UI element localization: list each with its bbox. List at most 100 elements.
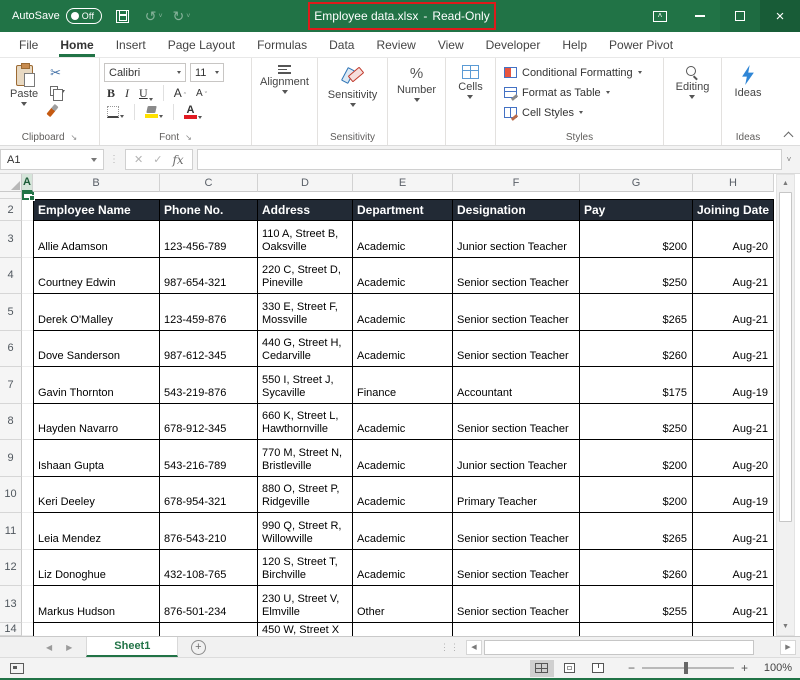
cell-employee-name[interactable]: Markus Hudson	[33, 586, 160, 623]
font-name-combo[interactable]: Calibri	[104, 63, 186, 82]
ribbon-tab[interactable]: Help	[551, 32, 598, 57]
grow-font-button[interactable]: Aˆ	[171, 86, 189, 100]
cell-designation[interactable]: Senior section Teacher	[453, 331, 580, 368]
column-header[interactable]: A	[22, 174, 33, 192]
cell-phone[interactable]: 876-543-210	[160, 513, 258, 550]
number-button[interactable]: % Number	[391, 62, 442, 105]
cell-joining-date[interactable]: Aug-19	[693, 367, 774, 404]
cell-employee-name[interactable]: Gavin Thornton	[33, 367, 160, 404]
cell-pay[interactable]: $260	[580, 331, 693, 368]
vertical-scrollbar[interactable]: ▲ ▼	[776, 174, 795, 636]
cell-address[interactable]: 120 S, Street T, Birchville	[258, 550, 353, 587]
cell-employee-name[interactable]: Allie Adamson	[33, 221, 160, 258]
cell-phone[interactable]: 123-459-876	[160, 294, 258, 331]
cell-phone[interactable]: 987-654-321	[160, 258, 258, 295]
record-macro-icon[interactable]	[10, 663, 24, 674]
italic-button[interactable]: I	[122, 86, 132, 101]
cell-joining-date[interactable]: Aug-21	[693, 258, 774, 295]
cell-address[interactable]: 330 E, Street F, Mossville	[258, 294, 353, 331]
zoom-out-button[interactable]: −	[628, 661, 635, 675]
cell-designation[interactable]: Accountant	[453, 367, 580, 404]
cell-address[interactable]: 110 A, Street B, Oaksville	[258, 221, 353, 258]
ribbon-tab[interactable]: Home	[49, 32, 104, 57]
row-header-1[interactable]	[0, 192, 22, 199]
cell-joining-date[interactable]: Aug-21	[693, 331, 774, 368]
cell-pay[interactable]: $200	[580, 221, 693, 258]
ribbon-tab[interactable]: Data	[318, 32, 365, 57]
row-header[interactable]: 8	[0, 404, 22, 441]
cell-joining-date[interactable]: Aug-21	[693, 404, 774, 441]
table-header-cell[interactable]: Address	[258, 199, 353, 221]
cell-col-a[interactable]	[22, 550, 33, 587]
row-header[interactable]: 7	[0, 367, 22, 404]
cell-department[interactable]	[353, 623, 453, 636]
cell-department[interactable]: Academic	[353, 294, 453, 331]
ribbon-tab[interactable]: Formulas	[246, 32, 318, 57]
insert-function-button[interactable]: fx	[172, 153, 183, 167]
cell-pay[interactable]: $250	[580, 404, 693, 441]
cell-pay[interactable]: $265	[580, 513, 693, 550]
cell-department[interactable]: Academic	[353, 404, 453, 441]
cell-phone[interactable]: 678-954-321	[160, 477, 258, 514]
cell-col-a[interactable]	[22, 258, 33, 295]
cell-col-a[interactable]	[22, 477, 33, 514]
column-header[interactable]: B	[33, 174, 160, 192]
cell-employee-name[interactable]: Leia Mendez	[33, 513, 160, 550]
column-header[interactable]: E	[353, 174, 453, 192]
cell-joining-date[interactable]: Aug-20	[693, 440, 774, 477]
page-break-view-button[interactable]	[586, 660, 610, 677]
cell-employee-name[interactable]: Dove Sanderson	[33, 331, 160, 368]
new-sheet-button[interactable]: +	[178, 637, 218, 657]
cell-department[interactable]: Academic	[353, 221, 453, 258]
sheet-tab-sheet1[interactable]: Sheet1	[86, 637, 178, 657]
cell-col-a[interactable]	[22, 513, 33, 550]
column-header[interactable]: C	[160, 174, 258, 192]
zoom-in-button[interactable]: +	[741, 661, 748, 675]
cell-address[interactable]: 230 U, Street V, Elmville	[258, 586, 353, 623]
scrollbar-resize-handle[interactable]: ⋮⋮	[434, 637, 466, 657]
column-header[interactable]: F	[453, 174, 580, 192]
sheet-nav-right-icon[interactable]: ▶	[66, 643, 72, 652]
cell-pay[interactable]: $200	[580, 477, 693, 514]
cancel-button[interactable]: ✕	[134, 153, 143, 166]
cell-joining-date[interactable]: Aug-21	[693, 550, 774, 587]
cell-designation[interactable]: Junior section Teacher	[453, 221, 580, 258]
cell-employee-name[interactable]: Hayden Navarro	[33, 404, 160, 441]
table-header-cell[interactable]: Department	[353, 199, 453, 221]
cell-joining-date[interactable]	[693, 623, 774, 636]
expand-formula-bar-button[interactable]: ˅	[782, 155, 796, 164]
enter-button[interactable]: ✓	[153, 153, 162, 166]
name-box[interactable]: A1	[0, 149, 104, 170]
cell-employee-name[interactable]: Keri Deeley	[33, 477, 160, 514]
format-painter-button[interactable]	[50, 102, 65, 118]
cell-address[interactable]: 880 O, Street P, Ridgeville	[258, 477, 353, 514]
undo-button[interactable]: ↺	[145, 8, 157, 25]
column-header[interactable]: H	[693, 174, 774, 192]
scroll-left-button[interactable]: ◀	[466, 640, 482, 655]
underline-button[interactable]: U	[136, 86, 156, 101]
cell-pay[interactable]	[580, 623, 693, 636]
styles-menu-item[interactable]: Conditional Formatting	[504, 64, 642, 81]
row-header[interactable]: 11	[0, 513, 22, 550]
cell-joining-date[interactable]: Aug-20	[693, 221, 774, 258]
row-header[interactable]: 10	[0, 477, 22, 514]
cell-designation[interactable]: Senior section Teacher	[453, 513, 580, 550]
autosave-pill[interactable]: Off	[66, 8, 102, 24]
normal-view-button[interactable]	[530, 660, 554, 677]
row-header[interactable]: 14	[0, 623, 22, 636]
row-header[interactable]: 9	[0, 440, 22, 477]
cell-employee-name[interactable]: Derek O'Malley	[33, 294, 160, 331]
cell-address[interactable]: 550 I, Street J, Sycaville	[258, 367, 353, 404]
cell-department[interactable]: Academic	[353, 513, 453, 550]
cell-designation[interactable]: Senior section Teacher	[453, 294, 580, 331]
ribbon-tab[interactable]: Developer	[475, 32, 552, 57]
row-header[interactable]: 2	[0, 199, 22, 221]
cell-address[interactable]: 990 Q, Street R, Willowville	[258, 513, 353, 550]
select-all-button[interactable]	[0, 174, 22, 192]
cell-designation[interactable]: Senior section Teacher	[453, 258, 580, 295]
cell-pay[interactable]: $200	[580, 440, 693, 477]
ribbon-display-options-button[interactable]: ˄	[640, 0, 680, 32]
cell-designation[interactable]: Primary Teacher	[453, 477, 580, 514]
ribbon-tab[interactable]: Review	[365, 32, 426, 57]
table-header-cell[interactable]: Joining Date	[693, 199, 774, 221]
